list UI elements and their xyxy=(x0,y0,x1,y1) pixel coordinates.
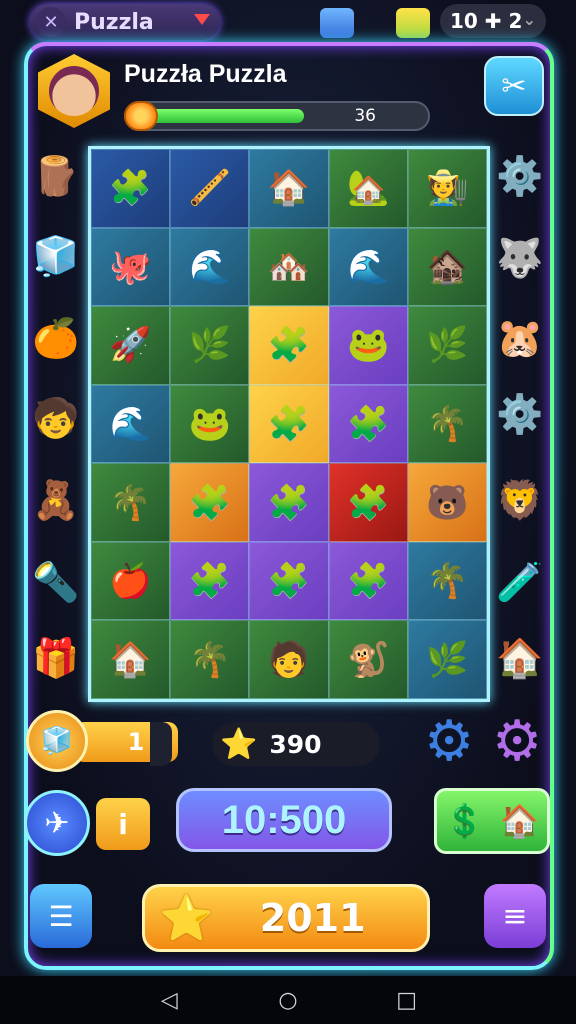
chevron-down-icon: ⌄ xyxy=(522,10,536,29)
left-item-icon[interactable]: 🔦 xyxy=(30,556,82,608)
xp-knob-icon xyxy=(124,101,158,131)
board-cell[interactable]: 🐻 xyxy=(407,463,487,542)
board-cell[interactable]: 🧑 xyxy=(249,620,329,699)
back-icon[interactable]: ◁ xyxy=(154,985,184,1015)
list-menu-button[interactable]: ☰ xyxy=(30,884,92,948)
board-cell[interactable]: 🌿 xyxy=(170,306,250,385)
recent-apps-icon[interactable]: □ xyxy=(392,985,422,1015)
tools-button[interactable]: ✂ xyxy=(484,56,544,116)
left-item-icon[interactable]: 🪵 xyxy=(30,150,82,202)
puzzle-board[interactable]: 🧩 🪈 🏠 🏡 🧑‍🌾 🐙 🌊 🏘️ 🌊 🏚️ 🚀 🌿 🧩 🐸 🌿 🌊 🐸 🧩 🧩 🌴 🌴 🧩 🧩 🧩 🐻 🍎 🧩 🧩 🧩 🌴 🏠 🌴 🧑 🐒 🌿 xyxy=(88,146,490,702)
board-cell[interactable]: 🧩 xyxy=(249,306,329,385)
app-name: Puzzla xyxy=(74,9,154,35)
house-icon: 🏠 xyxy=(499,802,540,840)
right-item-icon[interactable]: ⚙️ xyxy=(494,388,546,440)
board-cell[interactable]: 🏡 xyxy=(328,149,408,228)
left-item-icon[interactable]: 🎁 xyxy=(30,632,82,684)
timer-display: 10:500 xyxy=(176,788,392,852)
player-name: Puzzła Puzzla xyxy=(124,60,287,88)
board-cell[interactable]: 🪈 xyxy=(170,149,250,228)
board-cell[interactable]: 🏠 xyxy=(249,149,329,228)
board-cell[interactable]: 🧩 xyxy=(249,463,329,542)
score-pill: ⭐ 390 xyxy=(212,722,380,766)
right-item-icon[interactable]: 🐺 xyxy=(494,232,546,284)
hamburger-icon: ≡ xyxy=(502,898,528,934)
tools-icon: ✂ xyxy=(501,68,527,104)
settings-gear-icon[interactable]: ⚙ xyxy=(424,714,474,770)
gift-box-icon[interactable] xyxy=(396,8,430,38)
board-cell[interactable]: 🐸 xyxy=(328,306,408,385)
star-icon: ⭐ xyxy=(159,893,214,944)
board-cell[interactable]: 🧩 xyxy=(249,541,329,621)
board-cell[interactable]: 🏘️ xyxy=(249,227,329,307)
dollar-icon: 💲 xyxy=(444,802,485,840)
board-cell[interactable]: 🌿 xyxy=(407,620,487,699)
board-cell[interactable]: 🏚️ xyxy=(407,227,487,307)
puzzle-piece-icon[interactable] xyxy=(320,8,354,38)
right-item-icon[interactable]: 🧪 xyxy=(494,556,546,608)
board-cell[interactable]: 🧩 xyxy=(170,463,250,542)
board-cell[interactable]: 🌴 xyxy=(170,620,250,699)
board-cell[interactable]: 🌿 xyxy=(407,306,487,385)
xp-progress-fill xyxy=(148,109,304,123)
board-cell[interactable]: 🧩 xyxy=(328,384,408,464)
board-cell[interactable]: 🐒 xyxy=(328,620,408,699)
board-cell[interactable]: 🧩 xyxy=(328,541,408,621)
left-item-icon[interactable]: 🧒 xyxy=(30,392,82,444)
home-icon[interactable]: ○ xyxy=(273,985,303,1015)
lives-slot xyxy=(150,722,172,766)
left-item-icon[interactable]: 🍊 xyxy=(30,312,82,364)
lives-panel[interactable]: 1 🧊 xyxy=(26,710,178,772)
avatar-face xyxy=(49,66,99,116)
board-cell[interactable]: 🍎 xyxy=(91,541,171,621)
xp-progress-bar: 36 xyxy=(124,101,430,131)
top-counter[interactable]: 10 ✚ 2 ⌄ xyxy=(440,4,546,38)
board-cell[interactable]: 🌴 xyxy=(407,384,487,464)
left-item-icon[interactable]: 🧸 xyxy=(30,474,82,526)
play-button[interactable]: ⭐ 2011 xyxy=(142,884,430,952)
shop-button[interactable]: 💲 🏠 xyxy=(434,788,550,854)
board-cell[interactable]: 🧩 xyxy=(249,384,329,464)
board-cell[interactable]: 🐸 xyxy=(170,384,250,464)
lives-icon: 🧊 xyxy=(26,710,88,772)
board-cell[interactable]: 🌴 xyxy=(91,463,171,542)
board-cell[interactable]: 🧑‍🌾 xyxy=(407,149,487,228)
score-value: 390 xyxy=(269,729,322,759)
board-cell[interactable]: 🌊 xyxy=(91,384,171,464)
board-cell[interactable]: 🧩 xyxy=(91,149,171,228)
right-item-icon[interactable]: 🐹 xyxy=(494,312,546,364)
boost-button[interactable]: ✈ xyxy=(24,790,90,856)
board-cell[interactable]: 🌴 xyxy=(407,541,487,621)
system-nav-bar: ◁ ○ □ xyxy=(0,976,576,1024)
board-cell[interactable]: 🌊 xyxy=(170,227,250,307)
app-switcher[interactable]: ✕ Puzzla xyxy=(30,4,220,40)
board-cell[interactable]: 🧩 xyxy=(170,541,250,621)
dropdown-caret-icon xyxy=(194,14,210,25)
play-button-value: 2011 xyxy=(259,896,366,940)
right-item-icon[interactable]: 🦁 xyxy=(494,474,546,526)
xp-value: 36 xyxy=(354,106,376,126)
board-cell[interactable]: 🐙 xyxy=(91,227,171,307)
left-item-icon[interactable]: 🧊 xyxy=(30,230,82,282)
rocket-icon: ✈ xyxy=(44,805,70,841)
board-cell[interactable]: 🌊 xyxy=(328,227,408,307)
board-cell[interactable]: 🚀 xyxy=(91,306,171,385)
info-button[interactable]: i xyxy=(96,798,150,850)
right-item-icon[interactable]: ⚙️ xyxy=(494,150,546,202)
top-counter-value: 10 ✚ 2 xyxy=(450,9,523,33)
list-icon: ☰ xyxy=(48,899,74,933)
board-cell[interactable]: 🏠 xyxy=(91,620,171,699)
pet-gear-icon[interactable]: ⚙ xyxy=(492,714,542,770)
right-item-icon[interactable]: 🏠 xyxy=(494,632,546,684)
top-status-bar: ✕ Puzzla 10 ✚ 2 ⌄ xyxy=(0,0,576,42)
app-logo-icon: ✕ xyxy=(36,7,66,37)
star-icon: ⭐ xyxy=(220,726,258,762)
board-cell[interactable]: 🧩 xyxy=(328,463,408,542)
hamburger-menu-button[interactable]: ≡ xyxy=(484,884,546,948)
